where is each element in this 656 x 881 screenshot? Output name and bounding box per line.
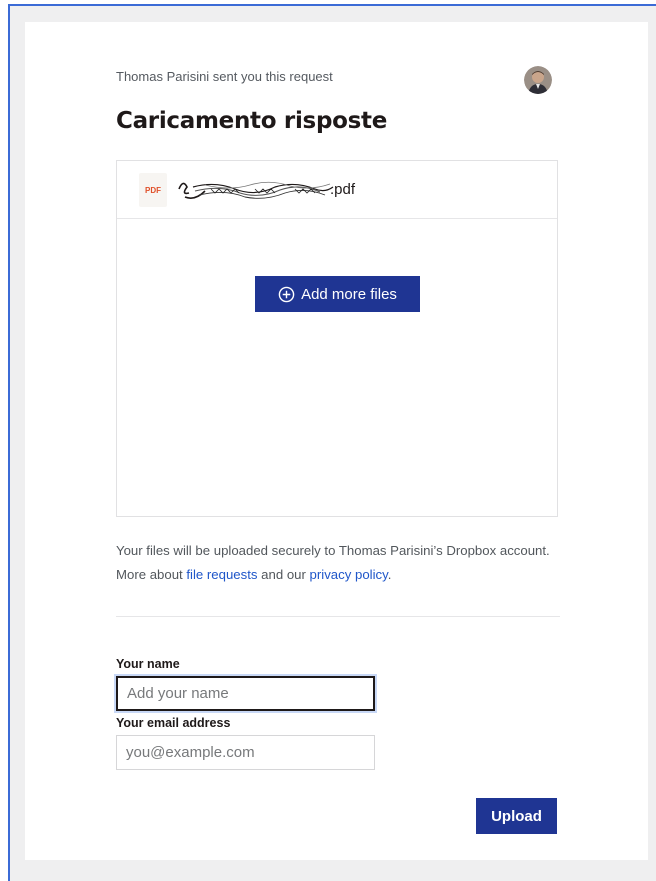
file-requests-link[interactable]: file requests [186, 567, 257, 582]
page-title: Caricamento risposte [116, 108, 387, 134]
redacted-filename-scribble [178, 181, 334, 199]
name-label: Your name [116, 657, 180, 671]
upload-button[interactable]: Upload [476, 798, 557, 834]
plus-circle-icon [278, 286, 295, 302]
section-divider [116, 616, 560, 617]
upload-info-text: Your files will be uploaded securely to … [116, 543, 550, 582]
file-extension: .pdf [330, 181, 356, 198]
privacy-policy-link[interactable]: privacy policy [310, 567, 388, 582]
name-input[interactable] [116, 676, 375, 711]
email-label: Your email address [116, 716, 231, 730]
avatar [524, 66, 552, 94]
add-more-files-button[interactable]: Add more files [255, 276, 420, 312]
sender-line: Thomas Parisini sent you this request [116, 69, 333, 84]
email-input[interactable] [116, 735, 375, 770]
file-row: PDF .pdf [117, 161, 557, 219]
add-more-files-label: Add more files [301, 285, 397, 303]
pdf-icon: PDF [139, 173, 167, 207]
file-drop-area[interactable]: PDF .pdf Add more files [116, 160, 558, 517]
